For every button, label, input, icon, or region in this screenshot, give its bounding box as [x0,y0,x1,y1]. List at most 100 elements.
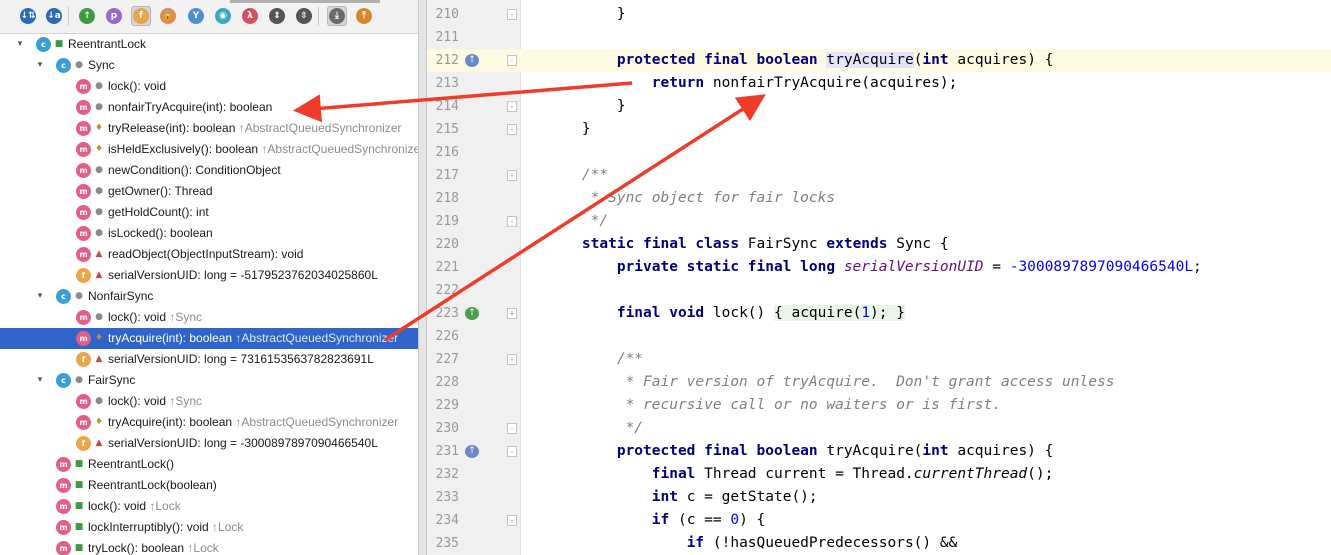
tree-field-node[interactable]: f ▲ serialVersionUID: long = 7316153563782… [0,349,418,370]
tree-method-node[interactable]: m ■ tryLock(): boolean ↑Lock [0,538,418,555]
expand-arrow-icon[interactable]: ▾ [14,38,26,50]
fold-collapse-icon[interactable]: - [507,216,517,227]
code-line[interactable]: 212 ↑ - protected final boolean tryAcquire… [427,49,1331,72]
tree-node-label: newCondition(): ConditionObject [108,163,281,178]
tree-method-node[interactable]: m ● getOwner(): Thread [0,181,418,202]
tree-method-node[interactable]: m ▲ readObject(ObjectInputStream): void [0,244,418,265]
show-lambda-button[interactable]: λ [240,6,260,26]
fold-expand-icon[interactable]: + [507,308,517,319]
fold-collapse-icon[interactable]: - [507,446,517,457]
code-line[interactable]: 234 - if (c == 0) { [427,509,1331,532]
overrides-method-icon[interactable]: ↑ [465,307,479,320]
code-token: if [651,512,670,528]
code-line[interactable]: 214 - } [427,95,1331,118]
tree-method-node[interactable]: m ♦ tryRelease(int): boolean ↑AbstractQueu… [0,118,418,139]
fold-collapse-icon[interactable]: - [507,423,517,434]
implements-method-icon[interactable]: ↑ [465,445,479,458]
tree-method-node[interactable]: m ● newCondition(): ConditionObject [0,160,418,181]
collapse-all-button[interactable]: ⇳ [294,6,314,26]
show-properties-button[interactable]: p [104,6,124,26]
code-line[interactable]: 220 static final class FairSync extends … [427,233,1331,256]
code-line[interactable]: 215 - } [427,118,1331,141]
tree-class-node[interactable]: ▾ c ● NonfairSync [0,286,418,307]
show-inherited-button[interactable]: ↑ [77,6,97,26]
tree-method-node[interactable]: m ● nonfairTryAcquire(int): boolean [0,97,418,118]
tree-method-node[interactable]: m ■ ReentrantLock(boolean) [0,475,418,496]
fold-collapse-icon[interactable]: - [507,124,517,135]
code-token: ); } [870,305,905,321]
code-line[interactable]: 235 if (!hasQueuedPredecessors() && [427,532,1331,555]
public-visibility-icon: ■ [74,459,84,469]
show-fields-button[interactable]: f [131,6,151,26]
tree-method-node[interactable]: m ♦ tryAcquire(int): boolean ↑AbstractQueu… [0,328,418,349]
code-line[interactable]: 219 - */ [427,210,1331,233]
tree-method-node[interactable]: m ■ lock(): void ↑Lock [0,496,418,517]
code-line[interactable]: 233 int c = getState(); [427,486,1331,509]
expand-all-button[interactable]: ⇕ [267,6,287,26]
code-line[interactable]: 229 * recursive call or no waiters or is… [427,394,1331,417]
code-line[interactable]: 218 * Sync object for fair locks [427,187,1331,210]
tree-method-node[interactable]: m ● lock(): void [0,76,418,97]
show-lambdas-icon: ◉ [215,8,231,24]
sort-alphabetically-button[interactable]: ↓a [44,6,64,26]
code-line[interactable]: 216 [427,141,1331,164]
line-number: 234 [435,513,459,528]
code-line[interactable]: 217 - /** [427,164,1331,187]
expand-arrow-icon[interactable]: ▾ [34,374,46,386]
code-editor[interactable]: 210 - } 211 212 ↑ - protected final boolean t… [427,0,1331,555]
code-line[interactable]: 228 * Fair version of tryAcquire. Don't … [427,371,1331,394]
tree-node-inherited-from: ↑Sync [169,310,203,324]
tree-class-node[interactable]: ▾ c ■ ReentrantLock [0,34,418,55]
tree-class-node[interactable]: ▾ c ● Sync [0,55,418,76]
code-line[interactable]: 226 [427,325,1331,348]
expand-arrow-icon[interactable]: ▾ [34,59,46,71]
implements-method-icon[interactable]: ↑ [465,54,479,67]
fold-collapse-icon[interactable]: - [507,354,517,365]
tree-method-node[interactable]: m ♦ tryAcquire(int): boolean ↑AbstractQueu… [0,412,418,433]
autoscroll-from-source-button[interactable]: ⤒ [354,6,374,26]
code-line[interactable]: 210 - } [427,3,1331,26]
fold-collapse-icon[interactable]: - [507,515,517,526]
show-anonymous-classes-button[interactable]: Y [186,6,206,26]
tree-node-inherited-from: ↑Lock [212,520,244,534]
tree-method-node[interactable]: m ● getHoldCount(): int [0,202,418,223]
show-lambdas-button[interactable]: ◉ [213,6,233,26]
code-line[interactable]: 222 [427,279,1331,302]
code-line[interactable]: 213 return nonfairTryAcquire(acquires); [427,72,1331,95]
tree-method-node[interactable]: m ● isLocked(): boolean [0,223,418,244]
code-token: /** [547,351,644,367]
code-line[interactable]: 232 final Thread current = Thread.curren… [427,463,1331,486]
tree-field-node[interactable]: f ▲ serialVersionUID: long = -517952376203… [0,265,418,286]
tree-method-node[interactable]: m ♦ isHeldExclusively(): boolean ↑Abstract… [0,139,418,160]
method-icon: m [76,394,91,409]
code-text: * Sync object for fair locks [547,187,835,210]
tree-field-node[interactable]: f ▲ serialVersionUID: long = -300089789709… [0,433,418,454]
sort-by-visibility-button[interactable]: ↓⇅ [18,6,38,26]
code-line[interactable]: 230 - */ [427,417,1331,440]
fold-collapse-icon[interactable]: - [507,9,517,20]
panel-splitter[interactable] [418,0,427,555]
code-line[interactable]: 211 [427,26,1331,49]
code-line[interactable]: 221 private static final long serialVers… [427,256,1331,279]
protected-visibility-icon: ♦ [94,417,104,427]
line-number: 211 [435,30,459,45]
tree-class-node[interactable]: ▾ c ● FairSync [0,370,418,391]
tree-method-node[interactable]: m ● lock(): void ↑Sync [0,391,418,412]
code-line[interactable]: 223 ↑ + final void lock() { acquire(1); } [427,302,1331,325]
code-token: protected final boolean [616,443,818,459]
code-line[interactable]: 231 ↑ - protected final boolean tryAcquire… [427,440,1331,463]
tree-method-node[interactable]: m ■ lockInterruptibly(): void ↑Lock [0,517,418,538]
fold-collapse-icon[interactable]: - [507,170,517,181]
code-line[interactable]: 227 - /** [427,348,1331,371]
show-non-public-button[interactable]: 🔒 [158,6,178,26]
expand-arrow-icon[interactable]: ▾ [34,290,46,302]
tree-method-node[interactable]: m ● lock(): void ↑Sync [0,307,418,328]
line-number: 219 [435,214,459,229]
fold-collapse-icon[interactable]: - [507,55,517,66]
code-token: * Sync object for fair locks [547,190,836,206]
line-number: 232 [435,467,459,482]
tree-method-node[interactable]: m ■ ReentrantLock() [0,454,418,475]
public-visibility-icon: ■ [74,522,84,532]
autoscroll-to-source-button[interactable]: ⤓ [327,6,347,26]
fold-collapse-icon[interactable]: - [507,101,517,112]
